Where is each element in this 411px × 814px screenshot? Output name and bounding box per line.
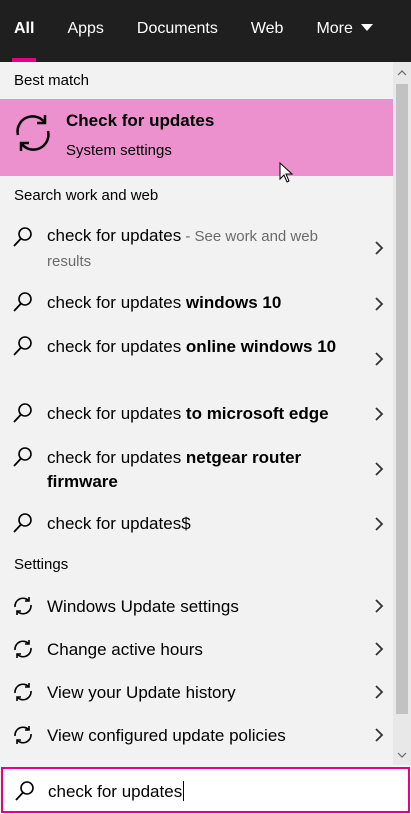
search-icon: [15, 781, 34, 801]
results-list: Best match Check for updates System sett…: [0, 62, 393, 765]
refresh-icon: [14, 640, 32, 658]
mouse-cursor-icon: [279, 162, 294, 183]
web-result-5[interactable]: check for updates$: [0, 510, 393, 544]
web-result-2[interactable]: check for updates online windows 10: [0, 333, 393, 389]
chevron-right-icon: [375, 352, 384, 366]
refresh-icon: [14, 597, 32, 615]
search-icon: [13, 447, 32, 467]
web-result-0[interactable]: check for updates - See work and web res…: [0, 220, 393, 280]
web-result-4[interactable]: check for updates netgear router firmwar…: [0, 444, 393, 500]
settings-item-windows-update[interactable]: Windows Update settings: [0, 592, 393, 626]
refresh-icon: [14, 683, 32, 701]
web-result-1-text: check for updates windows 10: [47, 293, 282, 312]
scroll-up-arrow-icon[interactable]: [397, 68, 407, 78]
tab-web[interactable]: Web: [251, 0, 284, 62]
search-icon: [13, 513, 32, 533]
chevron-right-icon: [375, 297, 384, 311]
scrollbar-thumb[interactable]: [396, 84, 408, 714]
text-caret: [183, 781, 185, 801]
section-header-best-match: Best match: [14, 72, 90, 89]
refresh-icon: [16, 115, 50, 151]
settings-item-label: View your Update history: [47, 683, 236, 702]
tab-apps[interactable]: Apps: [67, 0, 103, 62]
chevron-right-icon: [375, 685, 384, 699]
web-result-3-text: check for updates to microsoft edge: [47, 404, 329, 423]
chevron-down-icon: [360, 24, 373, 31]
best-match-item[interactable]: Check for updates System settings: [0, 99, 393, 176]
best-match-title: Check for updates: [66, 111, 215, 130]
section-header-settings: Settings: [14, 556, 69, 573]
chevron-right-icon: [375, 642, 384, 656]
web-result-4-text: check for updates netgear router firmwar…: [47, 448, 302, 491]
web-result-3[interactable]: check for updates to microsoft edge: [0, 400, 393, 434]
chevron-right-icon: [375, 599, 384, 613]
scrollbar[interactable]: [393, 62, 411, 765]
settings-item-label: Change active hours: [47, 640, 203, 659]
tab-documents[interactable]: Documents: [137, 0, 218, 62]
search-icon: [13, 403, 32, 423]
tab-bar: All Apps Documents Web More: [0, 0, 411, 62]
settings-item-update-history[interactable]: View your Update history: [0, 678, 393, 712]
section-header-search-web: Search work and web: [14, 187, 159, 204]
best-match-subtitle: System settings: [66, 142, 172, 159]
refresh-icon: [14, 726, 32, 744]
scroll-down-arrow-icon[interactable]: [397, 750, 407, 760]
tab-all[interactable]: All: [11, 0, 37, 62]
search-input[interactable]: check for updates: [48, 781, 185, 802]
web-result-5-text: check for updates$: [47, 514, 191, 533]
web-result-0-text: check for updates - See work and web res…: [47, 226, 318, 270]
settings-item-active-hours[interactable]: Change active hours: [0, 635, 393, 669]
search-icon: [13, 336, 32, 356]
search-icon: [13, 292, 32, 312]
chevron-right-icon: [375, 462, 384, 476]
tab-more[interactable]: More: [316, 0, 373, 62]
settings-item-update-policies[interactable]: View configured update policies: [0, 721, 393, 755]
settings-item-label: View configured update policies: [47, 726, 286, 745]
chevron-right-icon: [375, 407, 384, 421]
chevron-right-icon: [375, 517, 384, 531]
chevron-right-icon: [375, 728, 384, 742]
search-icon: [13, 227, 32, 247]
settings-item-label: Windows Update settings: [47, 597, 239, 616]
search-box[interactable]: check for updates: [1, 767, 410, 813]
web-result-2-text: check for updates online windows 10: [47, 337, 337, 356]
chevron-right-icon: [375, 241, 384, 255]
web-result-1[interactable]: check for updates windows 10: [0, 289, 393, 323]
tab-more-label: More: [316, 20, 353, 37]
